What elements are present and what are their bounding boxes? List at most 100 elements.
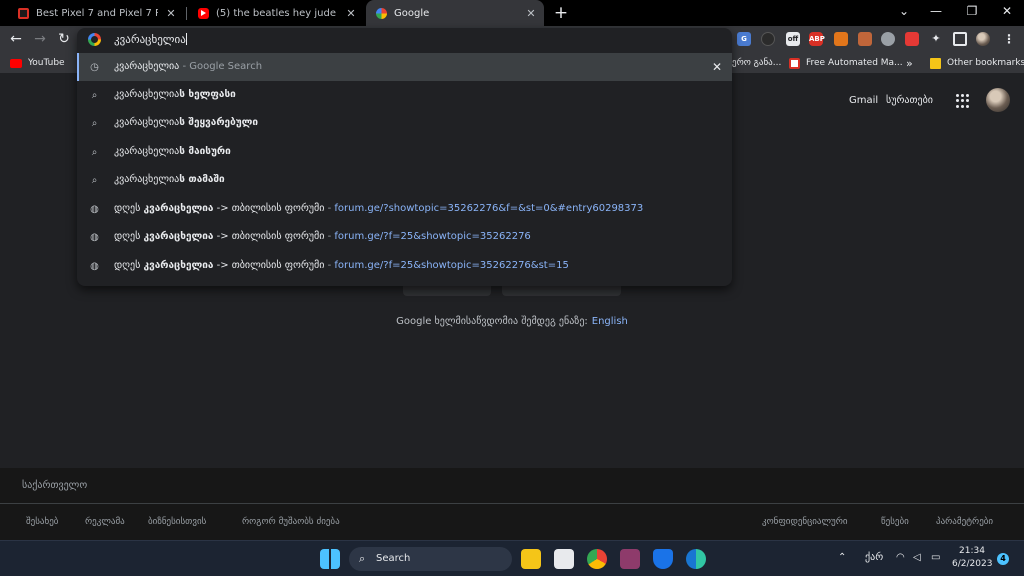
suggestion-text: კვარაცხელიას მაისური [114, 146, 231, 157]
suggestion-separator: - [324, 231, 335, 242]
new-tab-button[interactable]: + [552, 4, 570, 22]
footer-links: შესახებ რეკლამა ბიზნესისთვის როგორ მუშაო… [0, 504, 1024, 540]
suggestion-post: -> თბილისის ფორუმი [213, 231, 325, 242]
file-explorer-icon[interactable] [521, 549, 541, 569]
close-window-icon[interactable]: ✕ [997, 4, 1017, 22]
puzzle-icon[interactable]: ✦ [929, 32, 943, 46]
tab-divider [186, 7, 187, 20]
clock[interactable]: 21:34 6/2/2023 [952, 545, 992, 571]
google-icon [88, 33, 101, 46]
footer-terms-link[interactable]: წესები [881, 517, 909, 527]
more-bookmarks-button[interactable]: » [906, 56, 913, 70]
bookmark-youtube[interactable]: YouTube [10, 56, 65, 70]
reload-icon[interactable]: ↻ [55, 30, 73, 48]
bookmark-free-automated[interactable]: Free Automated Ma... [789, 56, 903, 70]
suggestion-prefix: კვარაცხელია [114, 146, 180, 157]
language-link-english[interactable]: English [592, 316, 628, 327]
folder-icon [930, 57, 941, 69]
suggestion-match: კვარაცხელია [143, 260, 214, 271]
notification-badge[interactable]: 4 [997, 553, 1009, 565]
suggestion-separator: - [324, 203, 335, 214]
suggestion-history[interactable]: ◷ კვარაცხელია - Google Search ✕ [77, 53, 732, 81]
taskbar: ⌕ Search ⌃ ქარ ◠ ◁ ▭ 21:34 6/2/2023 4 [0, 540, 1024, 576]
other-bookmarks[interactable]: Other bookmarks [930, 56, 1024, 70]
search-icon: ⌕ [91, 175, 98, 186]
bookmark-label: ერო განა... [732, 58, 782, 68]
footer-about-link[interactable]: შესახებ [26, 517, 58, 527]
suggestion-post: -> თბილისის ფორუმი [213, 260, 325, 271]
apps-grid-icon[interactable] [956, 94, 970, 108]
tab-youtube[interactable]: (5) the beatles hey jude - YouTube ✕ [188, 2, 364, 24]
volume-icon[interactable]: ◁ [913, 552, 921, 563]
suggestion-post: -> თბილისის ფორუმი [213, 203, 325, 214]
tab-google[interactable]: Google ✕ [366, 0, 544, 26]
suggestion-site[interactable]: ◍ დღეს კვარაცხელია -> თბილისის ფორუმი - … [77, 252, 732, 280]
text-caret [185, 33, 187, 45]
omnibox-text[interactable]: კვარაცხელია [114, 33, 187, 46]
off-extension-icon[interactable]: off [786, 32, 800, 46]
suggestion-text: დღეს კვარაცხელია -> თბილისის ფორუმი - fo… [114, 260, 569, 271]
suggestion-url: forum.ge/?showtopic=35262276&f=&st=0&#en… [334, 203, 644, 214]
bookmark-label: Other bookmarks [947, 58, 1024, 68]
windows-security-icon[interactable] [653, 549, 673, 569]
suggestion-query: კვარაცხელია [114, 61, 180, 72]
omnibox-input[interactable]: კვარაცხელია [77, 28, 732, 52]
suggestion-prefix: კვარაცხელია [114, 117, 180, 128]
globe-icon: ◍ [90, 204, 99, 215]
metamask-icon[interactable] [834, 32, 848, 46]
search-icon: ⌕ [91, 90, 98, 101]
tab-pixel-deals[interactable]: Best Pixel 7 and Pixel 7 Pro Deals in ✕ [8, 2, 184, 24]
close-icon[interactable]: ✕ [524, 7, 538, 20]
suggestion-match: კვარაცხელია [143, 203, 214, 214]
google-translate-icon[interactable]: G [737, 32, 751, 46]
footer-how-search-works-link[interactable]: როგორ მუშაობს ძიება [242, 517, 340, 527]
tab-strip: Best Pixel 7 and Pixel 7 Pro Deals in ✕ … [0, 0, 1024, 26]
suggestion-site[interactable]: ◍ დღეს კვარაცხელია -> თბილისის ფორუმი - … [77, 195, 732, 223]
images-link[interactable]: სურათები [886, 95, 933, 106]
footer-business-link[interactable]: ბიზნესისთვის [148, 517, 206, 527]
winrar-icon[interactable] [620, 549, 640, 569]
tab-title: Google [394, 7, 430, 19]
tab-search-icon[interactable]: ⌄ [894, 4, 914, 22]
sidebar-icon[interactable] [953, 32, 967, 46]
forward-icon[interactable]: → [31, 30, 49, 48]
suggestion-text: კვარაცხელია - Google Search [114, 61, 262, 72]
restore-icon[interactable]: ❐ [962, 4, 982, 22]
footer-privacy-link[interactable]: კონფიდენციალური [762, 517, 848, 527]
youtube-extension-icon[interactable] [905, 32, 919, 46]
microsoft-store-icon[interactable] [554, 549, 574, 569]
suggestion-search[interactable]: ⌕ კვარაცხელიას ხელფასი [77, 81, 732, 109]
adblock-plus-icon[interactable]: ABP [809, 32, 825, 46]
show-hidden-icons-icon[interactable]: ⌃ [838, 552, 846, 563]
menu-icon[interactable]: ⋮ [1002, 32, 1016, 46]
suggestion-search[interactable]: ⌕ კვარაცხელიას თამაში [77, 166, 732, 194]
back-icon[interactable]: ← [7, 30, 25, 48]
suggestion-completion: ს მაისური [179, 146, 231, 157]
wifi-icon[interactable]: ◠ [896, 552, 905, 563]
fox-extension-icon[interactable] [858, 32, 872, 46]
gmail-link[interactable]: Gmail [849, 95, 878, 106]
close-icon[interactable]: ✕ [164, 7, 178, 20]
profile-avatar-icon[interactable] [976, 32, 990, 46]
dark-extension-icon[interactable] [761, 32, 775, 46]
footer-settings-link[interactable]: პარამეტრები [936, 517, 993, 527]
suggestion-search[interactable]: ⌕ კვარაცხელიას შეყვარებული [77, 109, 732, 137]
windows-start-icon[interactable] [320, 549, 340, 569]
suggestion-url: forum.ge/?f=25&showtopic=35262276&st=15 [334, 260, 569, 271]
taskbar-search[interactable]: ⌕ Search [349, 547, 512, 571]
chrome-icon[interactable] [587, 549, 607, 569]
cloud-extension-icon[interactable] [881, 32, 895, 46]
edge-icon[interactable] [686, 549, 706, 569]
suggestion-search[interactable]: ⌕ კვარაცხელიას მაისური [77, 138, 732, 166]
clock-time: 21:34 [959, 546, 985, 556]
battery-icon[interactable]: ▭ [931, 552, 940, 563]
close-icon[interactable]: ✕ [344, 7, 358, 20]
suggestion-completion: ს შეყვარებული [179, 117, 259, 128]
footer-advertising-link[interactable]: რეკლამა [85, 517, 125, 527]
input-language[interactable]: ქარ [865, 552, 883, 563]
minimize-icon[interactable]: — [926, 4, 946, 22]
bookmark-partial[interactable]: ერო განა... [732, 56, 781, 70]
account-avatar[interactable] [986, 88, 1010, 112]
suggestion-site[interactable]: ◍ დღეს კვარაცხელია -> თბილისის ფორუმი - … [77, 223, 732, 251]
remove-suggestion-icon[interactable]: ✕ [712, 60, 722, 74]
